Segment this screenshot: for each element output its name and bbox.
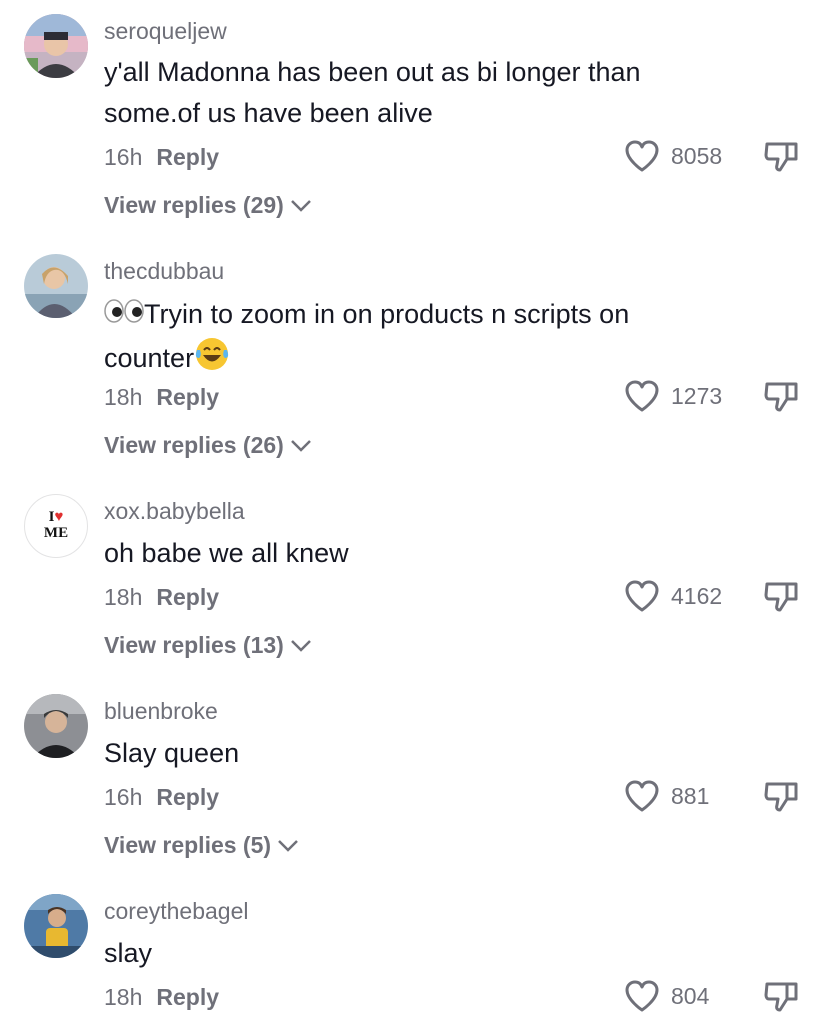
timestamp: 18h [104,584,143,610]
heart-outline-icon [623,778,661,814]
timestamp: 16h [104,784,143,810]
dislike-button[interactable] [763,139,799,173]
like-count: 4162 [671,582,723,609]
thumbs-down-icon [763,139,799,173]
username[interactable]: coreythebagel [104,898,249,925]
dislike-button[interactable] [763,779,799,813]
reply-button[interactable]: Reply [156,784,219,810]
heart-outline-icon [623,978,661,1014]
username[interactable]: thecdubbau [104,258,224,285]
comment-text: Slay queen [104,733,724,774]
comment-text: Tryin to zoom in on products n scripts o… [104,294,724,384]
thumbs-down-icon [763,379,799,413]
eyes-emoji [104,295,144,336]
like-count: 1273 [671,382,723,409]
comment-line: oh babe we all knew [104,538,349,568]
timestamp: 16h [104,144,143,170]
avatar[interactable]: I♥ ME [24,494,88,558]
username[interactable]: xox.babybella [104,498,245,525]
thumbs-down-icon [763,579,799,613]
comment-meta: 16h Reply [104,784,219,811]
avatar[interactable] [24,694,88,758]
like-button[interactable]: 8058 [623,138,722,174]
comment-text: oh babe we all knew [104,533,724,574]
view-replies-label: View replies (26) [104,432,284,458]
comment-line: slay [104,938,153,968]
comment-meta: 16h Reply [104,144,219,171]
timestamp: 18h [104,384,143,410]
view-replies-label: View replies (5) [104,832,272,858]
view-replies-button[interactable]: View replies (26) [104,432,312,459]
avatar[interactable] [24,14,88,78]
view-replies-button[interactable]: View replies (29) [104,192,312,219]
heart-outline-icon [623,138,661,174]
comment-meta: 18h Reply [104,584,219,611]
like-count: 8058 [671,142,723,169]
comment-meta: 18h Reply [104,984,219,1011]
like-button[interactable]: 804 [623,978,709,1014]
comment-line: Tryin to zoom in on products n scripts o… [104,294,724,336]
comment-text: slay [104,933,724,974]
avatar[interactable] [24,894,88,958]
timestamp: 18h [104,984,143,1010]
username[interactable]: bluenbroke [104,698,218,725]
thumbs-down-icon [763,979,799,1013]
heart-outline-icon [623,378,661,414]
view-replies-button[interactable]: View replies (13) [104,632,312,659]
like-count: 881 [671,782,710,809]
like-button[interactable]: 1273 [623,378,722,414]
like-button[interactable]: 881 [623,778,709,814]
dislike-button[interactable] [763,579,799,613]
heart-outline-icon [623,578,661,614]
laughing-tears-emoji [194,336,230,384]
reply-button[interactable]: Reply [156,144,219,170]
reply-button[interactable]: Reply [156,584,219,610]
chevron-down-icon [284,192,312,219]
comment-meta: 18h Reply [104,384,219,411]
like-count: 804 [671,982,710,1009]
comment-line: Slay queen [104,738,240,768]
chevron-down-icon [271,832,299,859]
like-button[interactable]: 4162 [623,578,722,614]
thumbs-down-icon [763,779,799,813]
view-replies-label: View replies (13) [104,632,284,658]
comment-text: y'all Madonna has been out as bi longer … [104,52,724,134]
comment-line: y'all Madonna has been out as bi longer … [104,57,641,87]
comment-line: some.of us have been alive [104,98,433,128]
username[interactable]: seroqueljew [104,18,227,45]
reply-button[interactable]: Reply [156,984,219,1010]
avatar[interactable] [24,254,88,318]
view-replies-label: View replies (29) [104,192,284,218]
chevron-down-icon [284,432,312,459]
dislike-button[interactable] [763,979,799,1013]
view-replies-button[interactable]: View replies (5) [104,832,299,859]
reply-button[interactable]: Reply [156,384,219,410]
chevron-down-icon [284,632,312,659]
dislike-button[interactable] [763,379,799,413]
heart-icon: ♥ [54,509,64,525]
